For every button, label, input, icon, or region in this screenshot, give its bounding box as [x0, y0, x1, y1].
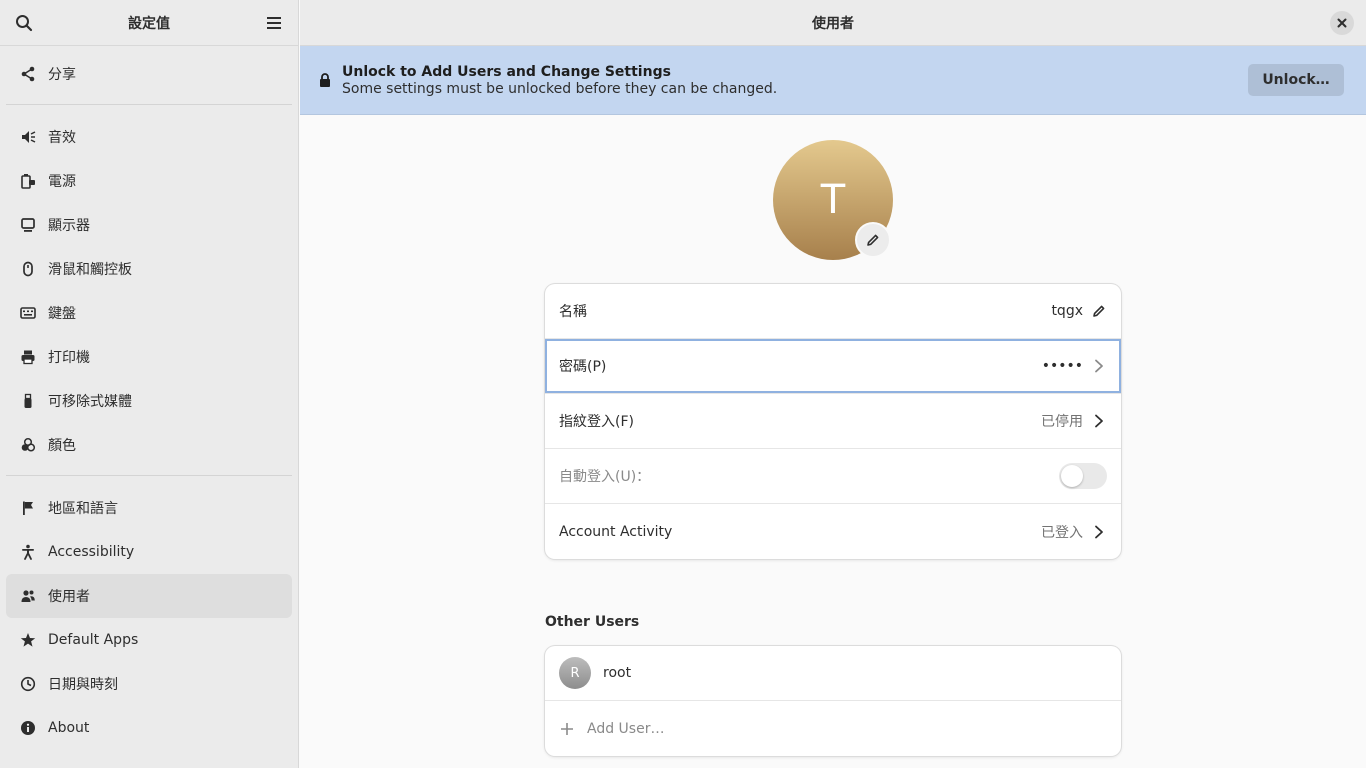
sidebar-item-printers[interactable]: 打印機 — [6, 335, 292, 379]
close-button[interactable] — [1330, 11, 1354, 35]
info-icon — [18, 718, 38, 738]
search-icon[interactable] — [12, 11, 36, 35]
lock-icon — [318, 72, 332, 88]
sidebar-item-label: About — [48, 720, 90, 736]
printer-icon — [18, 347, 38, 367]
avatar: R — [559, 657, 591, 689]
user-row-root[interactable]: R root — [545, 646, 1121, 701]
chevron-right-icon — [1091, 413, 1107, 429]
sidebar-item-users[interactable]: 使用者 — [6, 574, 292, 618]
sidebar-nav: 分享 音效 電源 顯示器 滑鼠和觸控板 鍵盤 打印機 可移除式媒體 顏色 地區和… — [0, 46, 298, 756]
page-title: 使用者 — [812, 15, 854, 32]
banner-title: Unlock to Add Users and Change Settings — [342, 63, 671, 80]
main-header: 使用者 — [300, 0, 1366, 46]
keyboard-icon — [18, 303, 38, 323]
auto-login-toggle[interactable] — [1059, 463, 1107, 489]
banner-subtitle: Some settings must be unlocked before th… — [342, 80, 778, 97]
sidebar-item-date-time[interactable]: 日期與時刻 — [6, 662, 292, 706]
fingerprint-value: 已停用 — [1041, 414, 1083, 430]
sidebar-item-about[interactable]: About — [6, 706, 292, 750]
sidebar: 設定值 分享 音效 電源 顯示器 滑鼠和觸控板 鍵盤 打印機 可移除式媒體 顏色… — [0, 0, 299, 768]
plus-icon — [559, 721, 575, 737]
hamburger-menu-icon[interactable] — [262, 11, 286, 35]
sidebar-item-accessibility[interactable]: Accessibility — [6, 530, 292, 574]
sidebar-item-label: 電源 — [48, 174, 76, 190]
sidebar-item-label: 日期與時刻 — [48, 677, 118, 693]
auto-login-label: 自動登入(U)： — [559, 469, 651, 485]
share-icon — [18, 64, 38, 84]
sidebar-item-label: Default Apps — [48, 632, 139, 648]
sidebar-item-removable-media[interactable]: 可移除式媒體 — [6, 379, 292, 423]
users-icon — [18, 586, 38, 606]
speaker-icon — [18, 127, 38, 147]
mouse-icon — [18, 259, 38, 279]
unlock-banner: Unlock to Add Users and Change Settings … — [300, 46, 1366, 115]
sidebar-header: 設定值 — [0, 0, 298, 46]
sidebar-item-share[interactable]: 分享 — [6, 52, 292, 96]
add-user-label: Add User… — [587, 720, 665, 737]
accessibility-icon — [18, 542, 38, 562]
unlock-button[interactable]: Unlock… — [1248, 64, 1344, 96]
other-users-card: R root Add User… — [545, 646, 1121, 756]
sidebar-item-sound[interactable]: 音效 — [6, 115, 292, 159]
sidebar-item-label: 音效 — [48, 130, 76, 146]
auto-login-row: 自動登入(U)： — [545, 449, 1121, 504]
sidebar-item-label: Accessibility — [48, 544, 135, 560]
name-value: tqgx — [1051, 303, 1083, 319]
sidebar-item-keyboard[interactable]: 鍵盤 — [6, 291, 292, 335]
other-users-heading: Other Users — [545, 614, 640, 630]
pencil-icon — [867, 234, 879, 246]
account-activity-value: 已登入 — [1041, 524, 1083, 541]
sidebar-item-region-language[interactable]: 地區和語言 — [6, 486, 292, 530]
password-value: ••••• — [1041, 358, 1083, 374]
chevron-right-icon — [1091, 524, 1107, 540]
password-label: 密碼(P) — [559, 359, 607, 375]
sidebar-item-label: 地區和語言 — [48, 501, 118, 517]
name-row: 名稱 tqgx — [545, 284, 1121, 339]
sidebar-item-color[interactable]: 顏色 — [6, 423, 292, 467]
sidebar-item-label: 顯示器 — [48, 218, 90, 234]
sidebar-item-label: 分享 — [48, 67, 76, 83]
toggle-knob — [1061, 465, 1083, 487]
sidebar-item-label: 顏色 — [48, 438, 76, 454]
sidebar-item-default-apps[interactable]: Default Apps — [6, 618, 292, 662]
chevron-right-icon — [1091, 358, 1107, 374]
sidebar-item-label: 打印機 — [48, 350, 90, 366]
fingerprint-label: 指紋登入(F) — [559, 414, 634, 430]
banner-text: Unlock to Add Users and Change Settings … — [342, 64, 777, 97]
password-row[interactable]: 密碼(P) ••••• — [545, 339, 1121, 394]
sidebar-item-power[interactable]: 電源 — [6, 159, 292, 203]
sidebar-item-label: 使用者 — [48, 589, 90, 605]
name-label: 名稱 — [559, 304, 587, 320]
fingerprint-row[interactable]: 指紋登入(F) 已停用 — [545, 394, 1121, 449]
avatar-initial: T — [820, 177, 846, 223]
divider — [6, 475, 292, 476]
user-name: root — [603, 665, 632, 681]
sidebar-item-label: 鍵盤 — [48, 306, 76, 322]
account-activity-label: Account Activity — [559, 523, 673, 540]
account-activity-row[interactable]: Account Activity 已登入 — [545, 504, 1121, 559]
divider — [6, 104, 292, 105]
add-user-button[interactable]: Add User… — [545, 701, 1121, 756]
clock-icon — [18, 674, 38, 694]
pencil-icon[interactable] — [1091, 303, 1107, 319]
avatar-initial: R — [570, 665, 580, 681]
usb-drive-icon — [18, 391, 38, 411]
sidebar-title: 設定值 — [128, 15, 170, 32]
color-icon — [18, 435, 38, 455]
star-icon — [18, 630, 38, 650]
account-card: 名稱 tqgx 密碼(P) ••••• 指紋登入(F) 已停用 自動登入(U)： — [545, 284, 1121, 559]
sidebar-item-label: 可移除式媒體 — [48, 394, 132, 410]
sidebar-item-mouse[interactable]: 滑鼠和觸控板 — [6, 247, 292, 291]
edit-avatar-button[interactable] — [855, 222, 891, 258]
main-panel: 使用者 Unlock to Add Users and Change Setti… — [300, 0, 1366, 768]
sidebar-item-label: 滑鼠和觸控板 — [48, 262, 132, 278]
sidebar-item-display[interactable]: 顯示器 — [6, 203, 292, 247]
flag-icon — [18, 498, 38, 518]
battery-plug-icon — [18, 171, 38, 191]
close-icon — [1337, 18, 1347, 28]
display-icon — [18, 215, 38, 235]
